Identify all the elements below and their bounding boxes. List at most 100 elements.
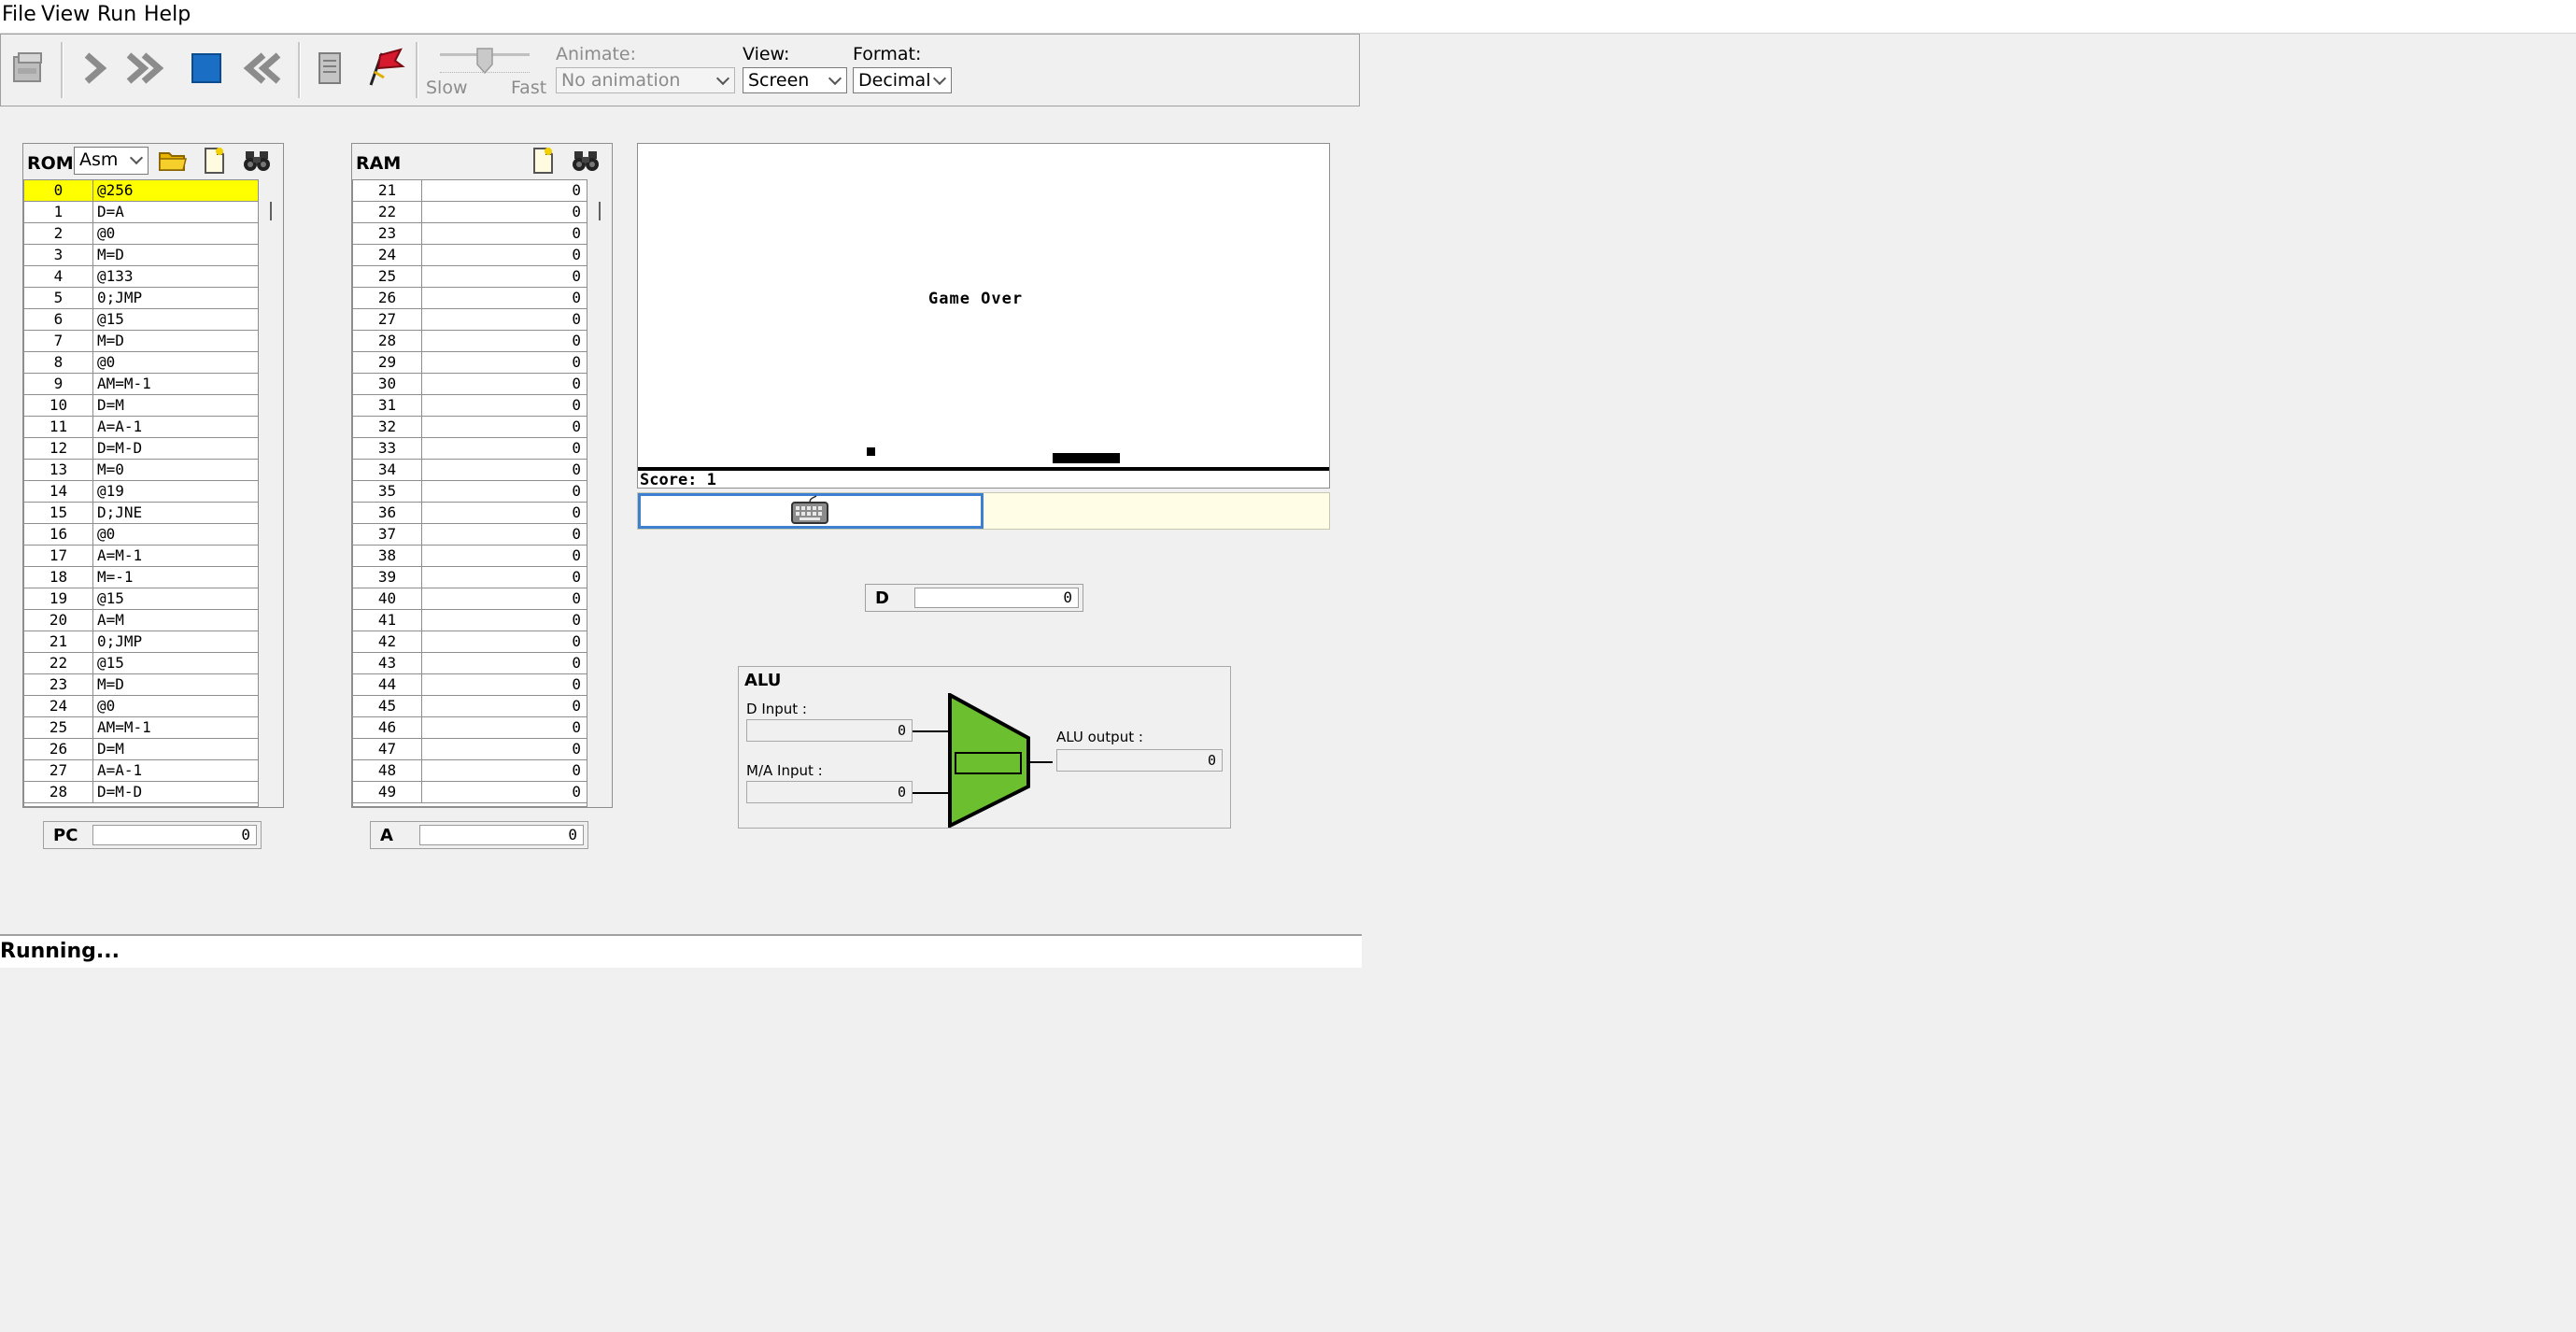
rom-instruction-cell[interactable]: D=M-D	[93, 438, 258, 459]
ram-row[interactable]: 41 0	[353, 610, 587, 631]
ram-row[interactable]: 32 0	[353, 417, 587, 438]
clear-rom-button[interactable]	[197, 144, 231, 177]
a-value-field[interactable]: 0	[419, 825, 584, 845]
ram-value-cell[interactable]: 0	[422, 481, 587, 502]
ram-value-cell[interactable]: 0	[422, 352, 587, 373]
rom-instruction-cell[interactable]: @0	[93, 352, 258, 373]
reset-button[interactable]	[236, 42, 285, 94]
rom-row[interactable]: 23 M=D	[24, 674, 258, 696]
rom-instruction-cell[interactable]: @15	[93, 653, 258, 673]
ram-value-cell[interactable]: 0	[422, 717, 587, 738]
rom-instruction-cell[interactable]: A=A-1	[93, 417, 258, 437]
speed-slider[interactable]	[440, 48, 530, 76]
rom-row[interactable]: 9 AM=M-1	[24, 374, 258, 395]
ram-value-cell[interactable]: 0	[422, 460, 587, 480]
rom-instruction-cell[interactable]: D;JNE	[93, 503, 258, 523]
ram-value-cell[interactable]: 0	[422, 739, 587, 759]
menu-view[interactable]: View	[41, 3, 90, 26]
ram-row[interactable]: 43 0	[353, 653, 587, 674]
rom-row[interactable]: 19 @15	[24, 588, 258, 610]
ram-value-cell[interactable]: 0	[422, 309, 587, 330]
clear-ram-button[interactable]	[526, 144, 559, 177]
search-rom-button[interactable]	[240, 144, 274, 177]
ram-row[interactable]: 35 0	[353, 481, 587, 503]
rom-row[interactable]: 10 D=M	[24, 395, 258, 417]
rom-instruction-cell[interactable]: M=D	[93, 245, 258, 265]
ram-row[interactable]: 44 0	[353, 674, 587, 696]
rom-instruction-cell[interactable]: D=A	[93, 202, 258, 222]
rom-instruction-cell[interactable]: @15	[93, 588, 258, 609]
menu-run[interactable]: Run	[97, 3, 136, 26]
ram-row[interactable]: 39 0	[353, 567, 587, 588]
rom-instruction-cell[interactable]: @0	[93, 223, 258, 244]
ram-row[interactable]: 29 0	[353, 352, 587, 374]
rom-row[interactable]: 24 @0	[24, 696, 258, 717]
ram-value-cell[interactable]: 0	[422, 546, 587, 566]
rom-instruction-cell[interactable]: A=M-1	[93, 546, 258, 566]
rom-instruction-cell[interactable]: @19	[93, 481, 258, 502]
ram-row[interactable]: 42 0	[353, 631, 587, 653]
ram-row[interactable]: 38 0	[353, 546, 587, 567]
ram-row[interactable]: 24 0	[353, 245, 587, 266]
menu-help[interactable]: Help	[144, 3, 191, 26]
rom-instruction-cell[interactable]: M=-1	[93, 567, 258, 588]
rom-row[interactable]: 2 @0	[24, 223, 258, 245]
breakpoints-button[interactable]	[360, 42, 408, 94]
ram-row[interactable]: 26 0	[353, 288, 587, 309]
rom-row[interactable]: 6 @15	[24, 309, 258, 331]
speed-slider-thumb[interactable]	[476, 48, 493, 74]
ram-row[interactable]: 21 0	[353, 180, 587, 202]
ram-value-cell[interactable]: 0	[422, 610, 587, 631]
ram-value-cell[interactable]: 0	[422, 653, 587, 673]
ram-value-cell[interactable]: 0	[422, 331, 587, 351]
ram-value-cell[interactable]: 0	[422, 782, 587, 802]
rom-instruction-cell[interactable]: @15	[93, 309, 258, 330]
ram-value-cell[interactable]: 0	[422, 588, 587, 609]
rom-row[interactable]: 13 M=0	[24, 460, 258, 481]
rom-row[interactable]: 27 A=A-1	[24, 760, 258, 782]
rom-instruction-cell[interactable]: D=M	[93, 395, 258, 416]
script-button[interactable]	[305, 42, 354, 94]
ram-row[interactable]: 48 0	[353, 760, 587, 782]
rom-row[interactable]: 21 0;JMP	[24, 631, 258, 653]
ram-row[interactable]: 36 0	[353, 503, 587, 524]
rom-row[interactable]: 12 D=M-D	[24, 438, 258, 460]
rom-scrollbar[interactable]	[261, 179, 281, 807]
rom-instruction-cell[interactable]: A=A-1	[93, 760, 258, 781]
ram-row[interactable]: 30 0	[353, 374, 587, 395]
rom-instruction-cell[interactable]: M=0	[93, 460, 258, 480]
ram-row[interactable]: 34 0	[353, 460, 587, 481]
rom-row[interactable]: 16 @0	[24, 524, 258, 546]
rom-instruction-cell[interactable]: @256	[93, 180, 258, 201]
rom-row[interactable]: 15 D;JNE	[24, 503, 258, 524]
stop-button[interactable]	[182, 42, 231, 94]
ram-row[interactable]: 47 0	[353, 739, 587, 760]
load-program-button[interactable]	[5, 42, 53, 94]
ram-value-cell[interactable]: 0	[422, 503, 587, 523]
rom-instruction-cell[interactable]: @133	[93, 266, 258, 287]
rom-row[interactable]: 18 M=-1	[24, 567, 258, 588]
ram-value-cell[interactable]: 0	[422, 223, 587, 244]
ram-row[interactable]: 49 0	[353, 782, 587, 803]
rom-row[interactable]: 7 M=D	[24, 331, 258, 352]
rom-instruction-cell[interactable]: M=D	[93, 674, 258, 695]
menu-file[interactable]: File	[2, 3, 36, 26]
pc-value-field[interactable]: 0	[92, 825, 257, 845]
rom-format-select[interactable]: Asm	[74, 147, 149, 175]
ram-row[interactable]: 25 0	[353, 266, 587, 288]
ram-value-cell[interactable]: 0	[422, 674, 587, 695]
keyboard-button[interactable]	[790, 495, 829, 527]
rom-instruction-cell[interactable]: AM=M-1	[93, 717, 258, 738]
ram-scrollbar[interactable]	[589, 179, 610, 807]
rom-instruction-cell[interactable]: 0;JMP	[93, 288, 258, 308]
rom-row[interactable]: 3 M=D	[24, 245, 258, 266]
ram-value-cell[interactable]: 0	[422, 696, 587, 716]
rom-row[interactable]: 0 @256	[24, 180, 258, 202]
rom-row[interactable]: 20 A=M	[24, 610, 258, 631]
ram-value-cell[interactable]: 0	[422, 288, 587, 308]
rom-row[interactable]: 1 D=A	[24, 202, 258, 223]
run-button[interactable]	[122, 42, 171, 94]
ram-value-cell[interactable]: 0	[422, 374, 587, 394]
ram-value-cell[interactable]: 0	[422, 245, 587, 265]
rom-instruction-cell[interactable]: A=M	[93, 610, 258, 631]
